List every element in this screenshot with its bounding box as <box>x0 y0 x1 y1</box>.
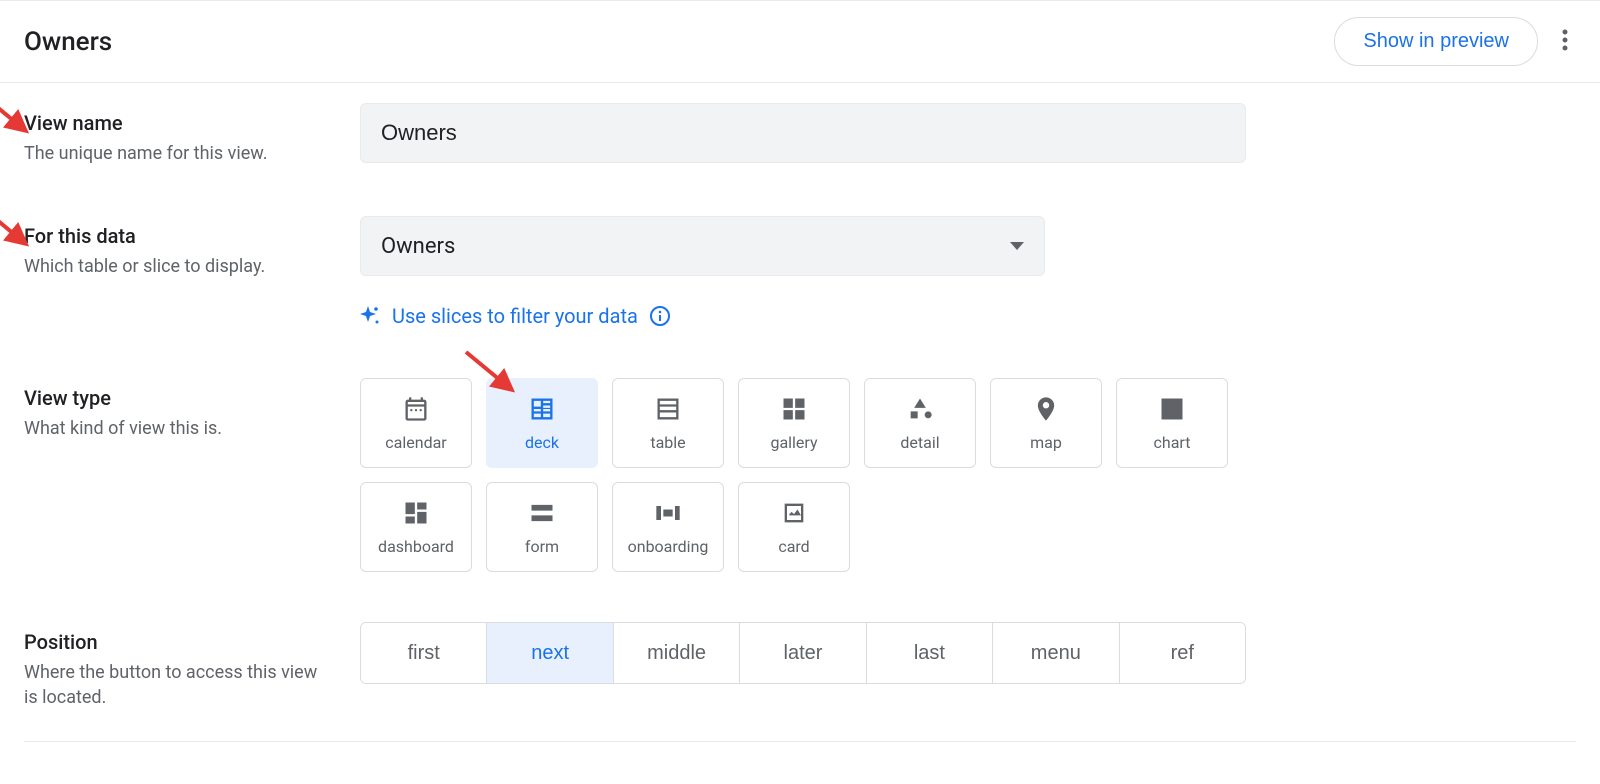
map-icon <box>1032 395 1060 423</box>
sparkle-icon <box>360 306 380 326</box>
view-type-dashboard[interactable]: dashboard <box>360 482 472 572</box>
position-middle[interactable]: middle <box>614 623 740 683</box>
form-icon <box>528 499 556 527</box>
show-in-preview-button[interactable]: Show in preview <box>1334 17 1538 66</box>
dashboard-icon <box>402 499 430 527</box>
for-this-data-select[interactable]: Owners <box>360 216 1045 276</box>
header: Owners Show in preview <box>0 0 1600 83</box>
view-type-desc: What kind of view this is. <box>24 416 324 441</box>
view-type-onboarding[interactable]: onboarding <box>612 482 724 572</box>
view-name-row: View name The unique name for this view. <box>24 103 1576 166</box>
view-type-label: View type <box>24 386 360 410</box>
view-name-desc: The unique name for this view. <box>24 141 324 166</box>
gallery-icon <box>780 395 808 423</box>
position-row: Position Where the button to access this… <box>24 622 1576 710</box>
more-vertical-icon <box>1562 29 1568 51</box>
onboarding-icon <box>654 499 682 527</box>
position-desc: Where the button to access this view is … <box>24 660 324 710</box>
view-type-label-text: chart <box>1154 433 1191 452</box>
position-later[interactable]: later <box>740 623 866 683</box>
view-type-calendar[interactable]: calendar <box>360 378 472 468</box>
view-type-label-text: deck <box>525 433 559 452</box>
view-type-options: calendar deck table gallery detail <box>360 378 1260 572</box>
view-type-form[interactable]: form <box>486 482 598 572</box>
slices-link-text: Use slices to filter your data <box>392 304 638 328</box>
view-type-card[interactable]: card <box>738 482 850 572</box>
view-type-label-text: card <box>778 537 809 556</box>
view-type-table[interactable]: table <box>612 378 724 468</box>
view-type-label-text: detail <box>900 433 939 452</box>
calendar-icon <box>402 395 430 423</box>
info-icon <box>650 306 670 326</box>
view-type-row: View type What kind of view this is. cal… <box>24 378 1576 572</box>
chart-icon <box>1158 395 1186 423</box>
dropdown-arrow-icon <box>1010 242 1024 250</box>
view-type-gallery[interactable]: gallery <box>738 378 850 468</box>
view-type-label-text: onboarding <box>628 537 709 556</box>
view-type-label-text: map <box>1030 433 1062 452</box>
form-content: View name The unique name for this view.… <box>0 83 1600 711</box>
position-label: Position <box>24 630 360 654</box>
view-name-input[interactable] <box>360 103 1246 163</box>
detail-icon <box>906 395 934 423</box>
position-options: first next middle later last menu ref <box>360 622 1246 684</box>
view-type-label-text: gallery <box>770 433 817 452</box>
view-type-chart[interactable]: chart <box>1116 378 1228 468</box>
position-menu[interactable]: menu <box>993 623 1119 683</box>
for-this-data-desc: Which table or slice to display. <box>24 254 324 279</box>
view-type-label-text: form <box>525 537 559 556</box>
for-this-data-row: For this data Which table or slice to di… <box>24 216 1576 328</box>
view-type-label-text: table <box>650 433 685 452</box>
position-next[interactable]: next <box>487 623 613 683</box>
use-slices-link[interactable]: Use slices to filter your data <box>360 304 1576 328</box>
deck-icon <box>528 395 556 423</box>
page-title: Owners <box>24 27 112 57</box>
position-last[interactable]: last <box>867 623 993 683</box>
position-first[interactable]: first <box>361 623 487 683</box>
section-divider <box>24 741 1576 742</box>
table-icon <box>654 395 682 423</box>
card-icon <box>780 499 808 527</box>
more-options-button[interactable] <box>1554 21 1576 62</box>
select-value: Owners <box>381 234 455 259</box>
view-name-label: View name <box>24 111 360 135</box>
view-type-label-text: dashboard <box>378 537 454 556</box>
position-ref[interactable]: ref <box>1120 623 1245 683</box>
view-type-deck[interactable]: deck <box>486 378 598 468</box>
view-type-detail[interactable]: detail <box>864 378 976 468</box>
for-this-data-label: For this data <box>24 224 360 248</box>
header-actions: Show in preview <box>1334 17 1576 66</box>
view-type-label-text: calendar <box>385 433 446 452</box>
view-type-map[interactable]: map <box>990 378 1102 468</box>
